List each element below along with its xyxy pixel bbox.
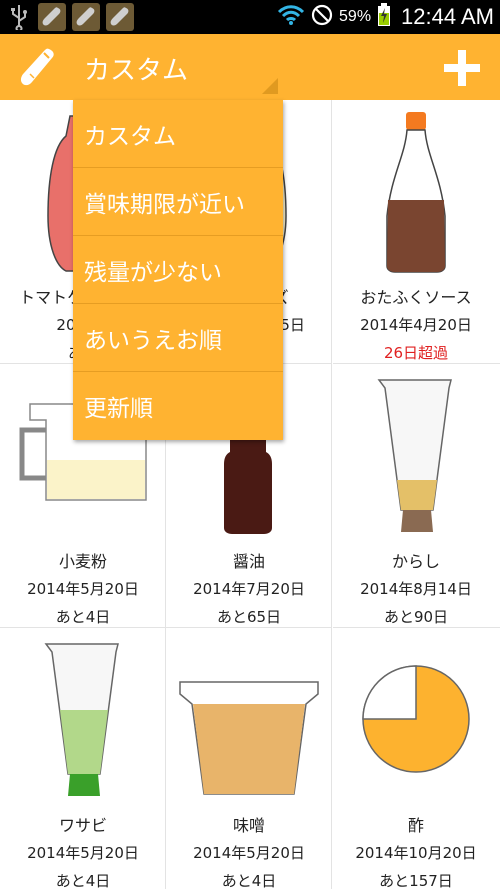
add-icon[interactable]: [444, 50, 480, 86]
item-remaining: あと90日: [383, 608, 449, 626]
notification-icon: [38, 3, 66, 31]
item-remaining: あと157日: [379, 872, 453, 889]
item-name: 醤油: [232, 552, 265, 571]
sort-option-updated[interactable]: 更新順: [73, 372, 283, 440]
grid-item-mustard[interactable]: からし 2014年8月14日 あと90日: [333, 364, 500, 628]
grid-item-otafuku-sauce[interactable]: おたふくソース 2014年4月20日 26日超過: [333, 100, 500, 364]
battery-percent: 59%: [339, 8, 372, 25]
item-name: 酢: [407, 816, 424, 835]
dropdown-triangle-icon: [262, 78, 278, 94]
sort-option-alphabetical[interactable]: あいうえお順: [73, 304, 283, 372]
grid-item-miso[interactable]: 味噌 2014年5月20日 あと4日: [166, 628, 332, 889]
item-name: 味噌: [232, 816, 265, 835]
app-logo-icon[interactable]: [18, 46, 58, 88]
wifi-icon: [277, 4, 305, 30]
miso-tub-icon: [166, 634, 332, 804]
status-bar: 59% 12:44 AM: [0, 0, 500, 34]
sort-option-custom[interactable]: カスタム: [73, 100, 283, 168]
item-date: 2014年8月14日: [360, 580, 472, 598]
mustard-tube-icon: [333, 370, 499, 540]
sort-spinner[interactable]: カスタム: [84, 50, 188, 87]
status-bar-right: 59% 12:44 AM: [277, 0, 494, 34]
sort-option-expiry[interactable]: 賞味期限が近い: [73, 168, 283, 236]
item-name: 小麦粉: [58, 552, 107, 571]
no-sim-icon: [311, 4, 333, 30]
item-date: 2014年5月20日: [193, 844, 305, 862]
sort-option-remaining[interactable]: 残量が少ない: [73, 236, 283, 304]
sauce-bottle-icon: [333, 106, 499, 276]
item-name: ワサビ: [58, 816, 107, 835]
item-date: 2014年4月20日: [360, 316, 472, 334]
item-remaining: あと4日: [221, 872, 277, 889]
vinegar-pie-icon: [333, 634, 499, 804]
sort-dropdown-menu: カスタム 賞味期限が近い 残量が少ない あいうえお順 更新順: [73, 100, 283, 440]
item-remaining-overdue: 26日超過: [383, 344, 449, 362]
item-remaining: あと65日: [216, 608, 282, 626]
wasabi-tube-icon: [0, 634, 166, 804]
item-name: からし: [391, 552, 440, 571]
grid-item-vinegar[interactable]: 酢 2014年10月20日 あと157日: [333, 628, 500, 889]
clock: 12:44 AM: [401, 4, 494, 29]
status-bar-left: [6, 3, 134, 31]
grid-item-wasabi[interactable]: ワサビ 2014年5月20日 あと4日: [0, 628, 166, 889]
item-date: 2014年5月20日: [27, 580, 139, 598]
usb-icon: [6, 3, 32, 31]
battery-charging-icon: [377, 3, 391, 31]
item-date: 2014年7月20日: [193, 580, 305, 598]
item-date: 2014年10月20日: [355, 844, 477, 862]
notification-icon: [72, 3, 100, 31]
notification-icon: [106, 3, 134, 31]
item-remaining: あと4日: [55, 608, 111, 626]
item-remaining: あと4日: [55, 872, 111, 889]
action-bar: カスタム: [0, 34, 500, 100]
item-date: 2014年5月20日: [27, 844, 139, 862]
item-name: おたふくソース: [360, 288, 472, 307]
